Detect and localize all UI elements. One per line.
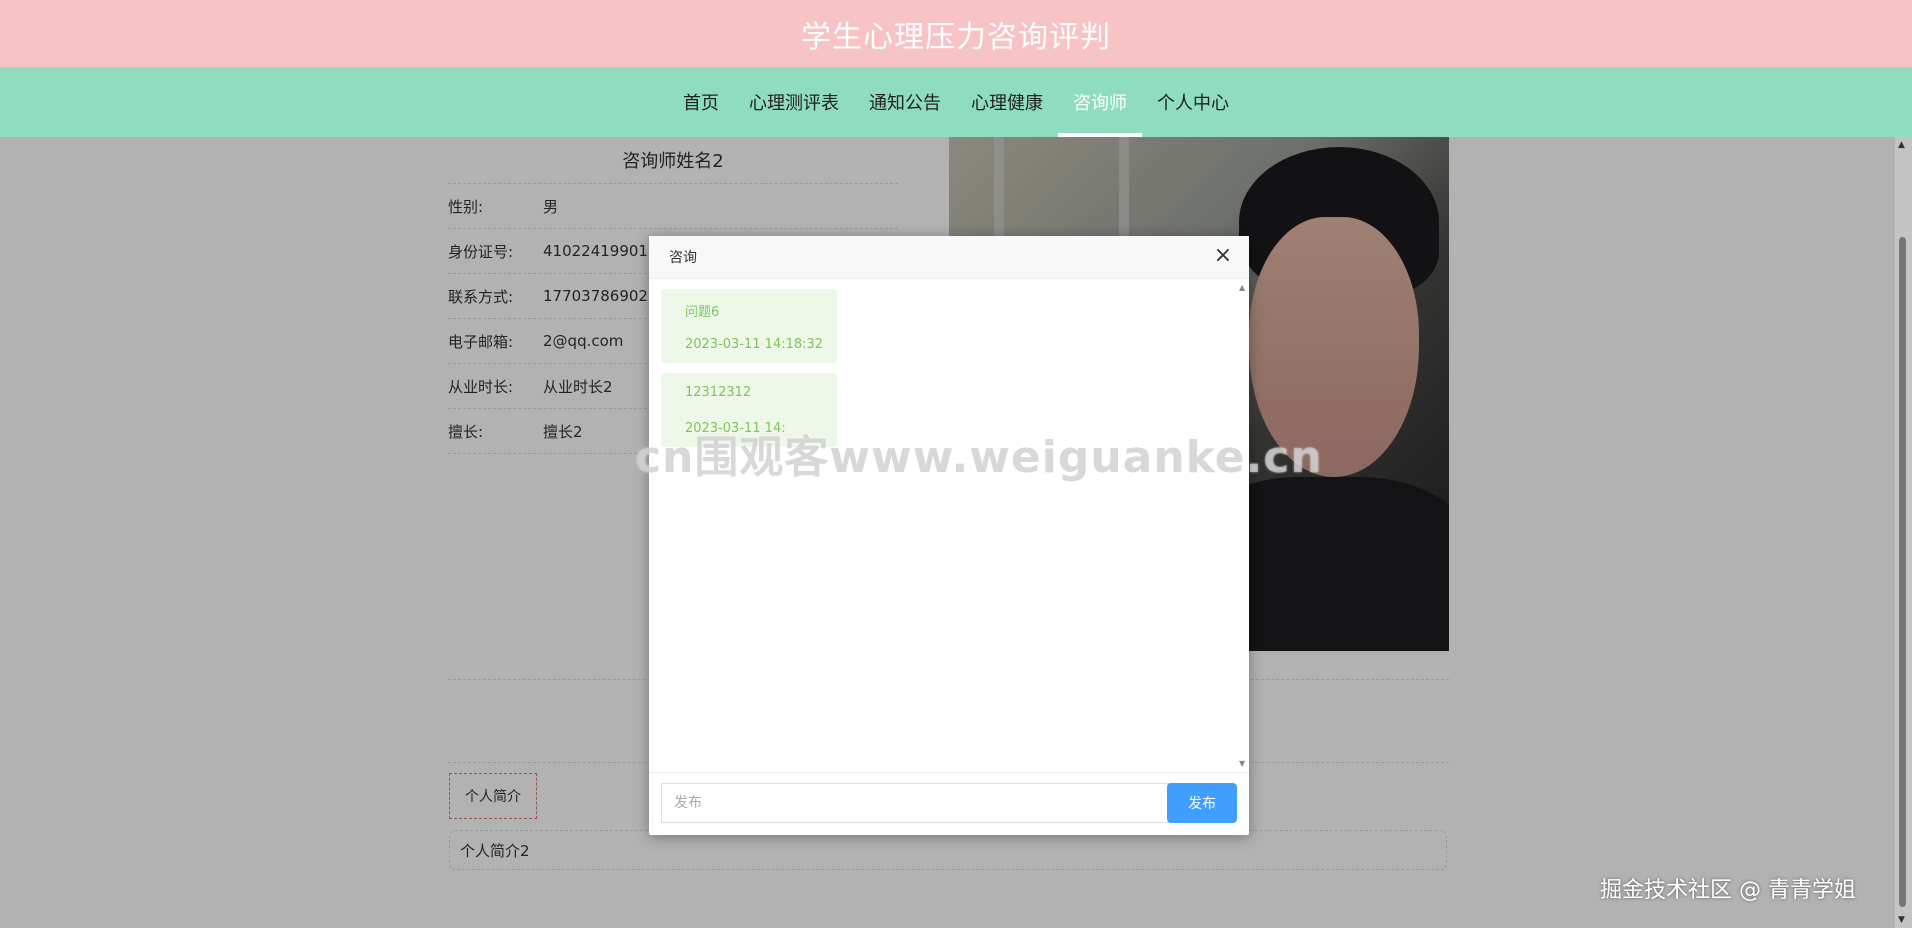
watermark: cn围观客www.weiguanke.cn [635, 432, 1323, 483]
scroll-down-icon[interactable]: ▼ [1898, 915, 1905, 925]
message-bubble: 问题6 2023-03-11 14:18:32 [661, 289, 837, 363]
scroll-up-icon[interactable]: ▲ [1239, 283, 1245, 292]
message-text: 问题6 [685, 305, 720, 320]
message-scrollbar[interactable]: ▲ ▼ [1237, 279, 1249, 772]
nav-item-home[interactable]: 首页 [668, 67, 734, 137]
nav-item-assessment[interactable]: 心理测评表 [734, 67, 854, 137]
nav-item-counselor[interactable]: 咨询师 [1058, 67, 1142, 137]
close-icon[interactable]: × [1211, 245, 1235, 269]
publish-button[interactable]: 发布 [1167, 783, 1237, 823]
scrollbar-thumb[interactable] [1899, 237, 1906, 907]
message-list[interactable]: 问题6 2023-03-11 14:18:32 12312312 2023-03… [649, 279, 1249, 773]
scroll-up-icon[interactable]: ▲ [1898, 140, 1905, 150]
message-text: 12312312 [685, 385, 752, 400]
main-nav: 首页 心理测评表 通知公告 心理健康 咨询师 个人中心 [0, 67, 1912, 137]
site-title: 学生心理压力咨询评判 [801, 19, 1111, 55]
scroll-down-icon[interactable]: ▼ [1239, 759, 1245, 768]
dialog-title: 咨询 [669, 250, 697, 266]
site-header: 学生心理压力咨询评判 [0, 0, 1912, 67]
nav-item-mental-health[interactable]: 心理健康 [956, 67, 1058, 137]
dialog-footer: 发布 [649, 773, 1249, 835]
message-input[interactable] [661, 783, 1170, 823]
nav-item-notices[interactable]: 通知公告 [854, 67, 956, 137]
nav-item-profile[interactable]: 个人中心 [1142, 67, 1244, 137]
source-credit: 掘金技术社区 @ 青青学姐 [1600, 878, 1856, 903]
message-date: 2023-03-11 14:18:32 [685, 337, 824, 352]
dialog-header: 咨询 × [649, 236, 1249, 279]
page-scrollbar[interactable]: ▲ ▼ [1895, 137, 1912, 928]
consult-dialog: 咨询 × 问题6 2023-03-11 14:18:32 12312312 20… [649, 236, 1249, 835]
